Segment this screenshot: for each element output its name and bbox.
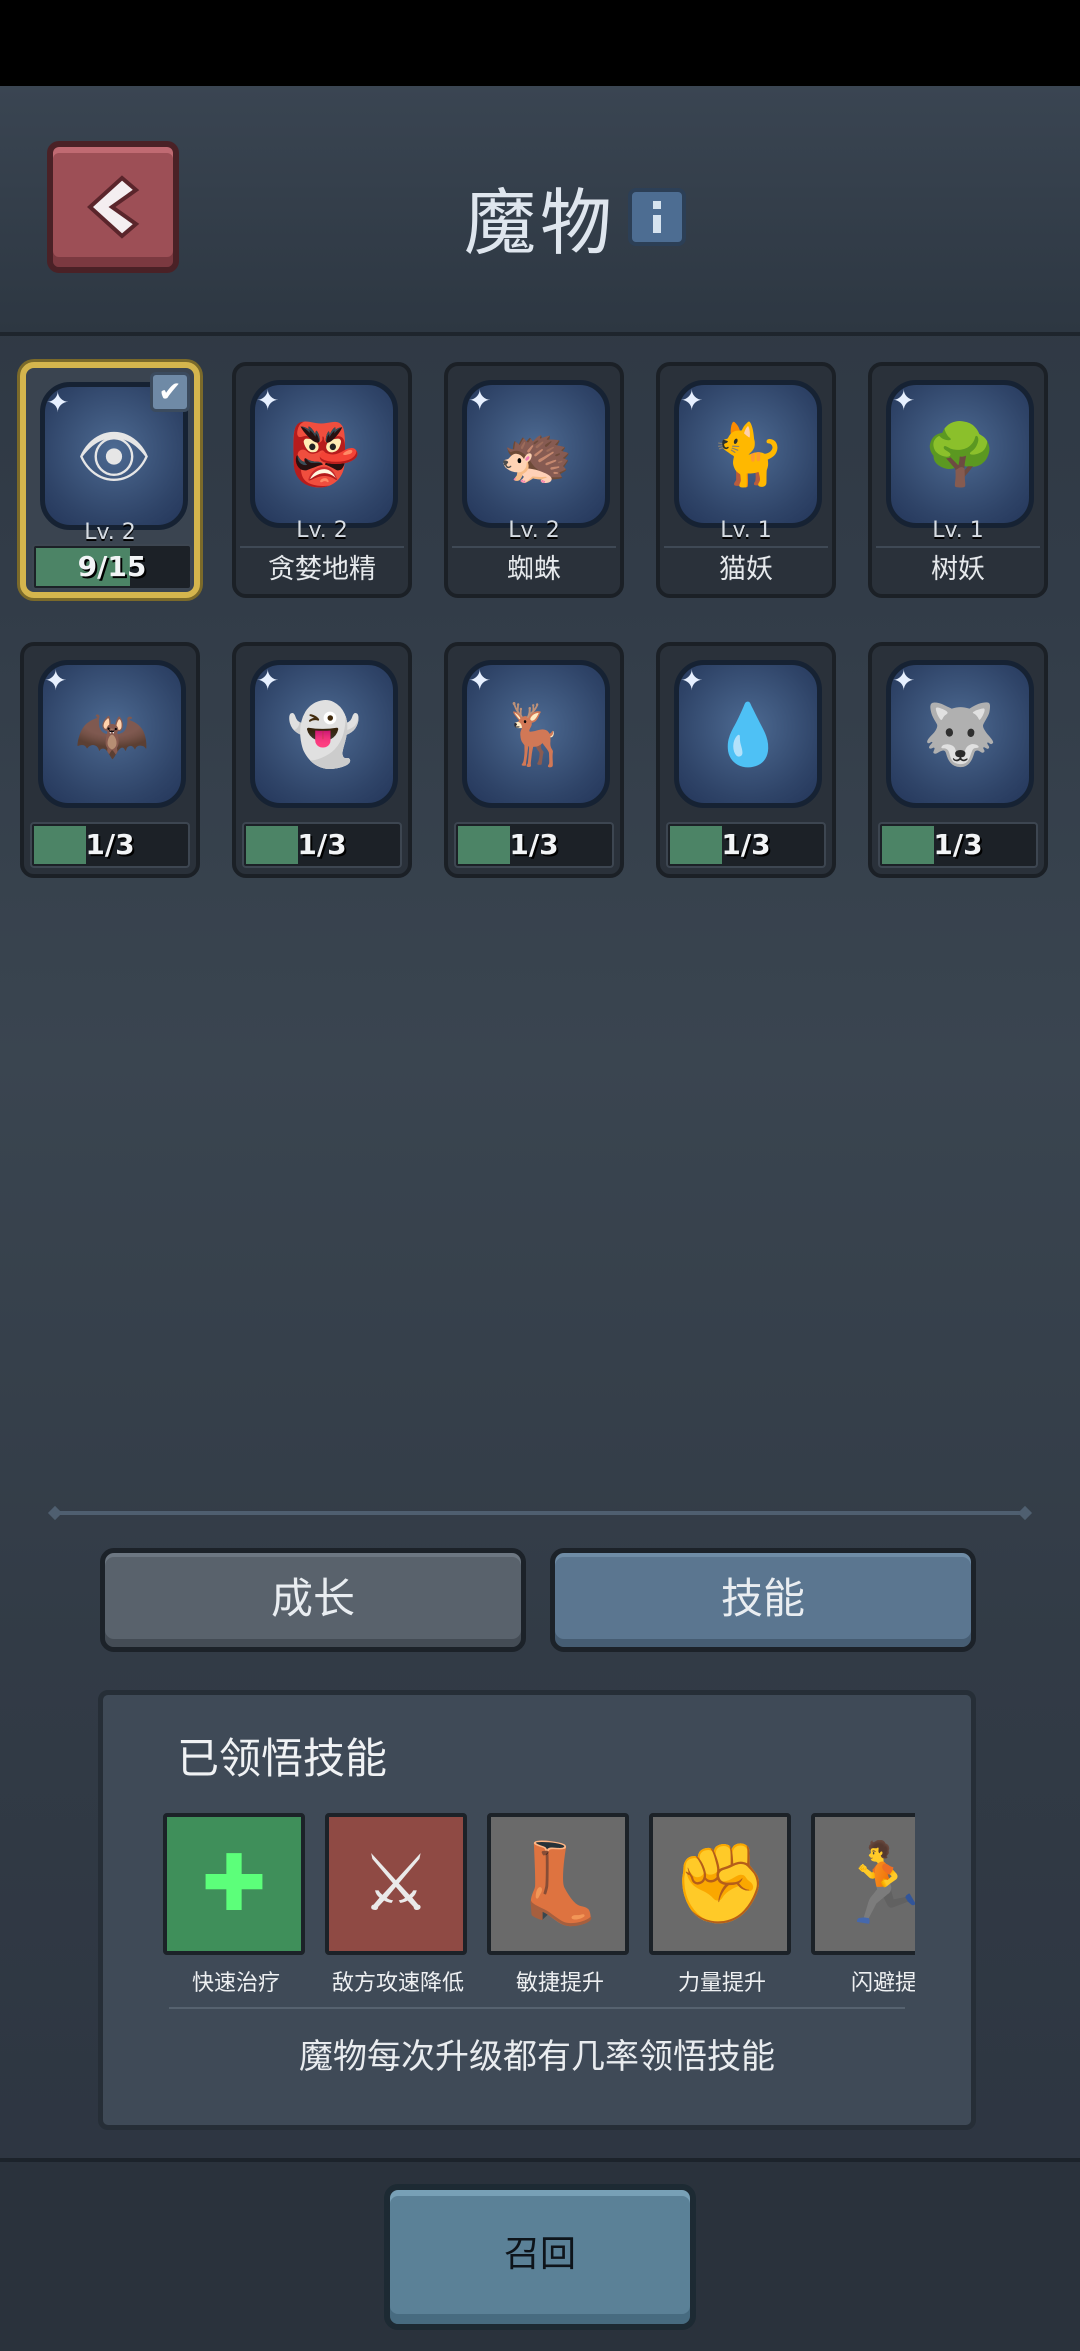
- monster-name: 蜘蛛: [452, 546, 616, 590]
- info-icon[interactable]: [628, 188, 686, 246]
- skills-panel-title: 已领悟技能: [177, 1734, 388, 1783]
- monster-name: 贪婪地精: [240, 546, 404, 590]
- sparkle-icon: ✦: [256, 664, 280, 697]
- progress-text: 1/3: [297, 828, 347, 861]
- sparkle-icon: ✦: [892, 664, 916, 697]
- sparkle-icon: ✦: [680, 384, 704, 417]
- skills-tip: 魔物每次升级都有几率领悟技能: [299, 2037, 775, 2077]
- progress-text: 1/3: [933, 828, 983, 861]
- progress-text: 1/3: [85, 828, 135, 861]
- skill-label: 闪避提: [850, 1971, 915, 1996]
- skill-item[interactable]: ⚔ 敌方攻速降低: [325, 1813, 471, 1997]
- monster-level: Lv. 1: [932, 518, 984, 543]
- sparkle-icon: ✦: [46, 386, 70, 419]
- tab-growth[interactable]: 成长: [100, 1548, 526, 1652]
- monster-card[interactable]: 🐺 ✦ 1/3: [868, 642, 1048, 878]
- divider: [47, 1505, 1033, 1521]
- monster-card[interactable]: 👁 ✦ Lv. 2 9/15 ✔: [20, 362, 200, 598]
- monster-level: Lv. 2: [84, 520, 136, 545]
- skill-label: 快速治疗: [191, 1971, 280, 1996]
- monster-card[interactable]: 🦇 ✦ 1/3: [20, 642, 200, 878]
- monster-level: Lv. 1: [720, 518, 772, 543]
- monster-card[interactable]: 🌳 ✦ Lv. 1 树妖: [868, 362, 1048, 598]
- sparkle-icon: ✦: [892, 384, 916, 417]
- skill-item[interactable]: ✚ 快速治疗: [163, 1813, 309, 1997]
- monster-card[interactable]: 🦌 ✦ 1/3: [444, 642, 624, 878]
- progress-text: 9/15: [77, 550, 147, 583]
- skill-label: 敌方攻速降低: [331, 1971, 464, 1996]
- monster-card[interactable]: 👻 ✦ 1/3: [232, 642, 412, 878]
- sparkle-icon: ✦: [468, 664, 492, 697]
- monster-progress-bar: 1/3: [666, 822, 826, 868]
- sparkle-icon: ✦: [680, 664, 704, 697]
- panel-separator: [169, 2007, 905, 2009]
- skill-item[interactable]: 🏃 闪避提: [811, 1813, 915, 1997]
- monster-progress-bar: 1/3: [454, 822, 614, 868]
- skill-label: 敏捷提升: [515, 1971, 604, 1996]
- monster-card[interactable]: 💧 ✦ 1/3: [656, 642, 836, 878]
- monster-name: 树妖: [876, 546, 1040, 590]
- green-cross-icon: ✚: [163, 1813, 305, 1955]
- boot-up-icon: 👢: [487, 1813, 629, 1955]
- swords-down-icon: ⚔: [325, 1813, 467, 1955]
- skill-item[interactable]: ✊ 力量提升: [649, 1813, 795, 1997]
- sparkle-icon: ✦: [468, 384, 492, 417]
- monster-card[interactable]: 🐈 ✦ Lv. 1 猫妖: [656, 362, 836, 598]
- check-icon: ✔: [150, 372, 190, 412]
- bottom-bar: 召回: [0, 2158, 1080, 2351]
- monster-level: Lv. 2: [508, 518, 560, 543]
- summon-button[interactable]: 召回: [384, 2184, 696, 2330]
- monster-progress-bar: 1/3: [242, 822, 402, 868]
- page-title: 魔物: [463, 181, 616, 265]
- sparkle-icon: ✦: [44, 664, 68, 697]
- monster-name: 猫妖: [664, 546, 828, 590]
- header: 魔物: [0, 86, 1080, 336]
- skills-list[interactable]: ✚ 快速治疗 ⚔ 敌方攻速降低 👢 敏捷提升 ✊ 力量提升 🏃 闪避提: [163, 1813, 915, 2003]
- monster-card[interactable]: 🦔 ✦ Lv. 2 蜘蛛: [444, 362, 624, 598]
- sparkle-icon: ✦: [256, 384, 280, 417]
- monster-card[interactable]: 👺 ✦ Lv. 2 贪婪地精: [232, 362, 412, 598]
- tab-skills[interactable]: 技能: [550, 1548, 976, 1652]
- dodge-up-icon: 🏃: [811, 1813, 915, 1955]
- monster-progress-bar: 9/15: [32, 544, 192, 590]
- skill-label: 力量提升: [677, 1971, 766, 1996]
- status-bar: [0, 0, 1080, 86]
- monster-progress-bar: 1/3: [30, 822, 190, 868]
- fist-up-icon: ✊: [649, 1813, 791, 1955]
- skill-item[interactable]: 👢 敏捷提升: [487, 1813, 633, 1997]
- monster-progress-bar: 1/3: [878, 822, 1038, 868]
- skills-panel: 已领悟技能 ✚ 快速治疗 ⚔ 敌方攻速降低 👢 敏捷提升 ✊ 力量提升 🏃 闪避提 魔物每次升级都…: [98, 1690, 976, 2130]
- monster-level: Lv. 2: [296, 518, 348, 543]
- progress-text: 1/3: [721, 828, 771, 861]
- progress-text: 1/3: [509, 828, 559, 861]
